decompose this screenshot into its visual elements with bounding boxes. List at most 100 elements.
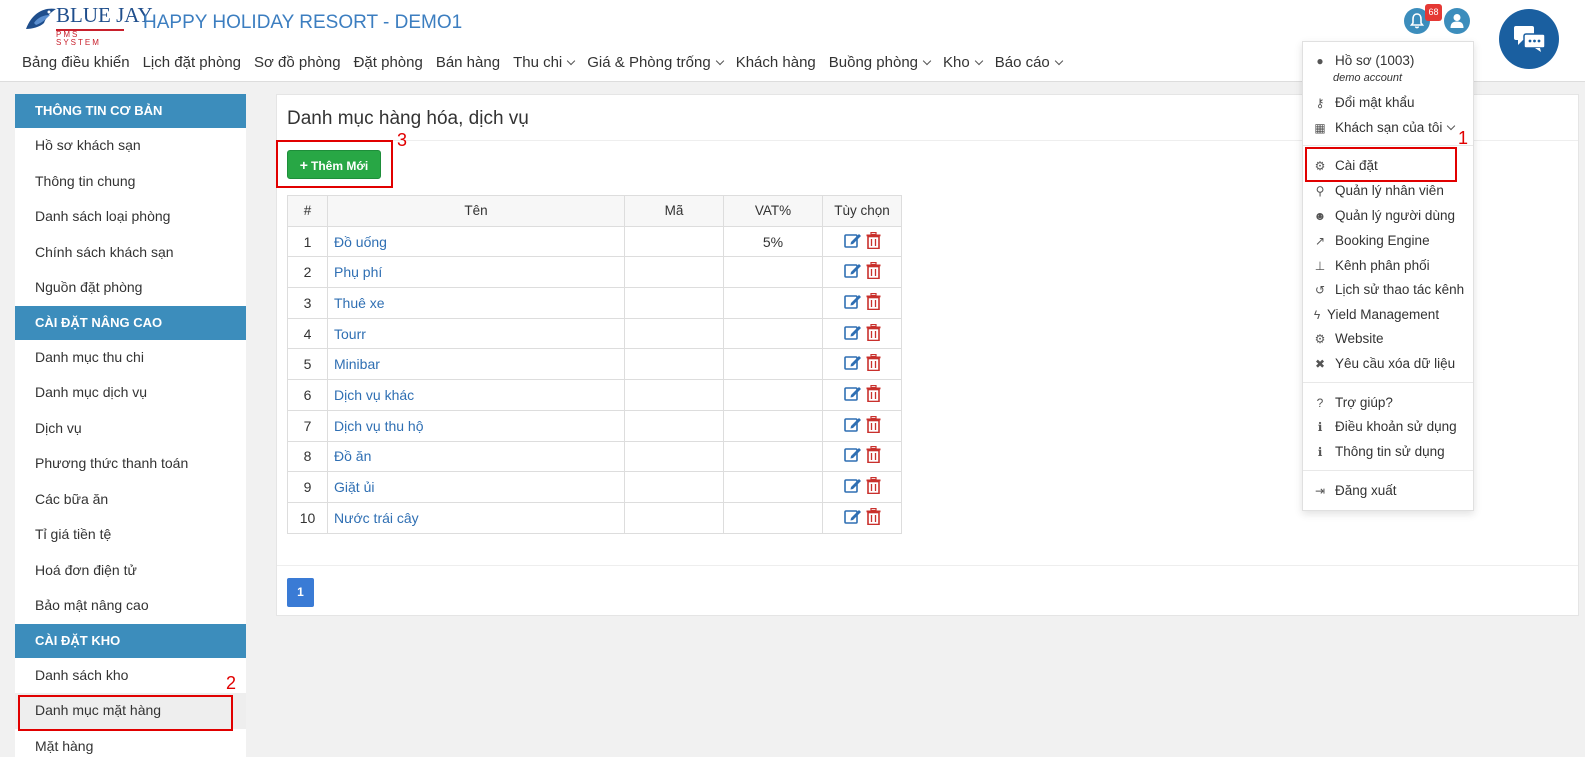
edit-icon[interactable] xyxy=(843,232,862,252)
trash-icon[interactable] xyxy=(866,415,881,436)
trash-icon[interactable] xyxy=(866,476,881,497)
sidebar-item[interactable]: Hoá đơn điện tử xyxy=(15,553,246,589)
nav-item-0[interactable]: Bảng điều khiển xyxy=(22,54,130,71)
divider xyxy=(1303,470,1473,471)
nav-item-10[interactable]: Báo cáo xyxy=(995,54,1064,71)
edit-icon[interactable] xyxy=(843,385,862,405)
annotation-box-item-category xyxy=(18,695,233,731)
menu-item-label: Lịch sử thao tác kênh xyxy=(1335,282,1465,297)
row-vat xyxy=(723,471,823,503)
menu-item-usage-info[interactable]: ℹ Thông tin sử dụng xyxy=(1313,441,1445,463)
col-header-code: Mã xyxy=(624,195,724,227)
nav-item-7[interactable]: Khách hàng xyxy=(736,54,816,71)
edit-icon[interactable] xyxy=(843,293,862,313)
row-options xyxy=(822,440,902,473)
sidebar-item[interactable]: Hồ sơ khách sạn xyxy=(15,128,246,164)
chevron-down-icon xyxy=(1054,56,1064,66)
pagination-page-1[interactable]: 1 xyxy=(287,578,314,607)
sidebar-item[interactable]: Danh mục thu chi xyxy=(15,340,246,376)
menu-item-users[interactable]: ☻ Quản lý người dùng xyxy=(1313,205,1455,227)
sidebar-item[interactable]: Tỉ giá tiền tệ xyxy=(15,517,246,553)
trash-icon[interactable] xyxy=(866,262,881,282)
trash-icon[interactable] xyxy=(866,323,881,344)
edit-icon[interactable] xyxy=(843,446,862,466)
row-name-link[interactable]: Đồ ăn xyxy=(327,440,625,473)
trash-icon[interactable] xyxy=(866,231,881,252)
menu-item-label: Quản lý nhân viên xyxy=(1335,183,1444,198)
annotation-box-add-new xyxy=(276,140,393,188)
sidebar-item[interactable]: Các bữa ăn xyxy=(15,482,246,518)
nav-item-8[interactable]: Buồng phòng xyxy=(829,54,932,71)
menu-item-staff[interactable]: ⚲ Quản lý nhân viên xyxy=(1313,180,1444,202)
sidebar-item[interactable]: Bảo mật nâng cao xyxy=(15,588,246,624)
row-name-link[interactable]: Đồ uống xyxy=(327,225,625,258)
edit-icon[interactable] xyxy=(843,477,862,497)
row-name-link[interactable]: Dịch vụ khác xyxy=(327,379,625,411)
nav-item-label: Khách hàng xyxy=(735,54,816,71)
menu-item-logout[interactable]: ⇥ Đăng xuất xyxy=(1313,480,1397,502)
row-vat xyxy=(723,409,823,442)
notification-count-badge: 68 xyxy=(1425,4,1442,21)
row-name-link[interactable]: Dịch vụ thu hộ xyxy=(327,409,625,442)
edit-icon[interactable] xyxy=(843,508,862,528)
row-vat xyxy=(723,379,823,411)
nav-item-2[interactable]: Sơ đồ phòng xyxy=(254,54,341,71)
trash-icon[interactable] xyxy=(866,292,881,313)
menu-item-website[interactable]: ⚙ Website xyxy=(1313,328,1384,350)
row-name-link[interactable]: Nước trái cây xyxy=(327,501,625,534)
hotel-name[interactable]: HAPPY HOLIDAY RESORT - DEMO1 xyxy=(143,12,462,34)
bolt-icon: ϟ xyxy=(1313,308,1321,322)
logo[interactable]: BLUE JAY PMS SYSTEM xyxy=(24,3,153,47)
menu-item-booking-engine[interactable]: ↗ Booking Engine xyxy=(1313,230,1430,252)
row-name-link[interactable]: Thuê xe xyxy=(327,287,625,319)
sidebar-item[interactable]: Danh mục dịch vụ xyxy=(15,375,246,411)
sidebar-item[interactable]: Danh sách kho xyxy=(15,658,246,694)
user-menu-button[interactable] xyxy=(1444,8,1470,34)
sidebar-item[interactable]: Chính sách khách sạn xyxy=(15,235,246,271)
menu-item-yield[interactable]: ϟ Yield Management xyxy=(1313,304,1439,326)
row-number: 10 xyxy=(287,501,328,534)
trash-icon[interactable] xyxy=(866,354,881,374)
edit-icon[interactable] xyxy=(843,416,862,436)
row-options xyxy=(822,256,902,289)
trash-icon[interactable] xyxy=(866,507,881,528)
sidebar-item[interactable]: Nguồn đặt phòng xyxy=(15,270,246,306)
row-number: 8 xyxy=(287,440,328,473)
menu-item-channel-history[interactable]: ↺ Lịch sử thao tác kênh xyxy=(1313,279,1464,301)
nav-item-4[interactable]: Bán hàng xyxy=(436,54,500,71)
sidebar-item[interactable]: Phương thức thanh toán xyxy=(15,446,246,482)
row-name-link[interactable]: Minibar xyxy=(327,348,625,381)
menu-item-change-password[interactable]: ⚷ Đổi mật khẩu xyxy=(1313,92,1415,114)
edit-icon[interactable] xyxy=(843,324,862,344)
chat-button[interactable] xyxy=(1499,9,1559,69)
row-name-link[interactable]: Phụ phí xyxy=(327,256,625,289)
nav-item-5[interactable]: Thu chi xyxy=(513,54,576,71)
menu-item-label: Đổi mật khẩu xyxy=(1335,95,1415,110)
row-vat xyxy=(723,348,823,381)
nav-item-9[interactable]: Kho xyxy=(943,54,983,71)
trash-icon[interactable] xyxy=(866,384,881,405)
menu-item-my-hotels[interactable]: ▦ Khách sạn của tôi xyxy=(1313,117,1456,139)
row-name-link[interactable]: Giặt ủi xyxy=(327,471,625,503)
sidebar-item[interactable]: Dịch vụ xyxy=(15,411,246,447)
row-code xyxy=(624,379,724,411)
menu-item-terms[interactable]: ℹ Điều khoản sử dụng xyxy=(1313,416,1457,438)
sidebar-item[interactable]: Danh sách loại phòng xyxy=(15,199,246,235)
edit-icon[interactable] xyxy=(843,262,862,282)
row-name-link[interactable]: Tourr xyxy=(327,317,625,350)
col-header-options: Tùy chọn xyxy=(822,195,902,227)
nav-item-6[interactable]: Giá & Phòng trống xyxy=(587,54,724,71)
edit-icon[interactable] xyxy=(843,354,862,374)
menu-item-label: Quản lý người dùng xyxy=(1335,208,1455,223)
nav-item-3[interactable]: Đặt phòng xyxy=(354,54,423,71)
row-number: 1 xyxy=(287,225,328,258)
menu-item-profile[interactable]: ● Hồ sơ (1003) xyxy=(1313,50,1414,72)
sidebar-item[interactable]: Mặt hàng xyxy=(15,729,246,757)
menu-item-delete-data[interactable]: ✖ Yêu cầu xóa dữ liệu xyxy=(1313,353,1455,375)
menu-item-channels[interactable]: ⊥ Kênh phân phối xyxy=(1313,255,1430,277)
sidebar-item[interactable]: Thông tin chung xyxy=(15,164,246,200)
trash-icon[interactable] xyxy=(866,446,881,466)
sidebar-section-header: CÀI ĐẶT NÂNG CAO xyxy=(15,305,246,340)
nav-item-1[interactable]: Lịch đặt phòng xyxy=(143,54,241,71)
menu-item-help[interactable]: ? Trợ giúp? xyxy=(1313,392,1393,414)
